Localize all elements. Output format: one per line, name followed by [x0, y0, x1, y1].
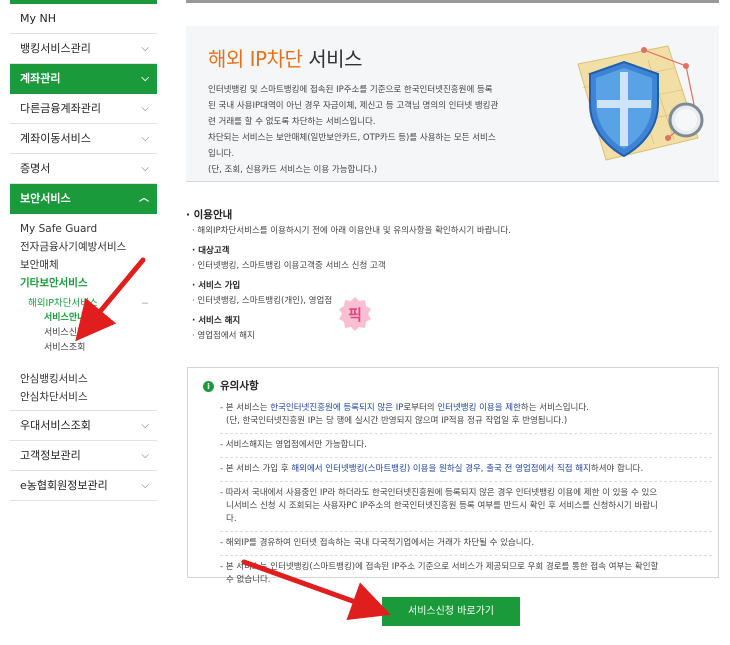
chevron-down-icon: ⌵ [141, 43, 149, 54]
usage-title: · 이용안내 [186, 209, 233, 221]
menu-label: 증명서 [20, 162, 51, 175]
top-rule [186, 0, 719, 3]
chevron-down-icon: ⌵ [141, 103, 149, 114]
usage-heading-target: · 대상고객 [192, 246, 230, 256]
chevron-down-icon: ⌵ [141, 133, 149, 144]
chevron-up-icon: ︿ [139, 193, 149, 204]
submenu-my-safe-guard[interactable]: My Safe Guard [20, 220, 157, 238]
submenu-safe-block[interactable]: 안심차단서비스 [20, 388, 157, 406]
submenu-ip-block[interactable]: 해외IP차단서비스 − [28, 296, 157, 311]
submenu-service-inquiry[interactable]: 서비스조회 [28, 341, 157, 356]
menu-certificates[interactable]: 증명서 ⌵ [10, 154, 157, 184]
collapse-icon: − [141, 298, 149, 309]
chevron-down-icon: ⌵ [141, 73, 149, 84]
title-rest: 서비스 [302, 47, 362, 71]
desc-line: 련 거래를 할 수 없도록 차단하는 서비스입니다. [208, 117, 376, 127]
ip-block-submenu: 해외IP차단서비스 − 서비스안내 서비스신청 서비스조회 [20, 292, 157, 360]
notice-title: 유의사항 [220, 380, 259, 392]
menu-customer-info[interactable]: 고객정보관리 ⌵ [10, 441, 157, 471]
menu-label: My NH [20, 12, 56, 25]
notice-list: - 본 서비스는 한국인터넷진흥원에 등록되지 않은 IP로부터의 인터넷뱅킹 … [220, 402, 712, 597]
title-accent: 해외 IP차단 [208, 47, 303, 71]
desc-line: 인터넷뱅킹 및 스마트뱅킹에 접속된 IP주소를 기준으로 한국인터넷진흥원에 … [208, 85, 493, 95]
sidebar: My NH 뱅킹서비스관리 ⌵ 계좌관리 ⌵ 다른금융계좌관리 ⌵ 계좌이동서비스 ⌵ … [10, 0, 157, 520]
menu-my-nh[interactable]: My NH [10, 4, 157, 34]
notice-item: - 해외IP를 경유하여 인터넷 접속하는 국내 다국적기업에서는 거래가 차단… [220, 537, 712, 556]
submenu-security-media[interactable]: 보안매체 [20, 256, 157, 274]
menu-account-mgmt[interactable]: 계좌관리 ⌵ [10, 64, 157, 94]
info-icon: i [203, 381, 214, 392]
notice-item: - 서비스해지는 영업점에서만 가능합니다. [220, 439, 712, 458]
usage-text-cancel: · 영업점에서 해지 [192, 331, 255, 341]
menu-label: 뱅킹서비스관리 [20, 42, 91, 55]
security-submenu: My Safe Guard 전자금융사기예방서비스 보안매체 기타보안서비스 해… [10, 214, 157, 366]
notice-item: - 본 서비스는 인터넷뱅킹(스마트뱅킹)에 접속된 IP주소 기준으로 서비스… [220, 562, 659, 585]
notice-item: - 따라서 국내에서 사용중인 IP라 하더라도 한국인터넷진흥원에 등록되지 … [220, 487, 712, 532]
menu-label: 보안서비스 [20, 192, 71, 205]
submenu-fraud-prevention[interactable]: 전자금융사기예방서비스 [20, 238, 157, 256]
menu-label: 우대서비스조회 [20, 419, 91, 432]
menu-banking-service-mgmt[interactable]: 뱅킹서비스관리 ⌵ [10, 34, 157, 64]
notice-item: - 본 서비스는 한국인터넷진흥원에 등록되지 않은 IP로부터의 인터넷뱅킹 … [220, 402, 712, 434]
usage-guide: · 이용안내 · 해외IP차단서비스를 이용하시기 전에 아래 이용안내 및 유… [186, 206, 719, 344]
menu-label: 계좌관리 [20, 72, 61, 85]
submenu-safe-banking[interactable]: 안심뱅킹서비스 [20, 370, 157, 388]
submenu-other-security[interactable]: 기타보안서비스 [20, 274, 157, 292]
chevron-down-icon: ⌵ [141, 420, 149, 431]
usage-heading-join: · 서비스 가입 [192, 281, 241, 291]
chevron-down-icon: ⌵ [141, 163, 149, 174]
desc-line: 된 국내 사용IP대역이 아닌 경우 자금이체, 제신고 등 고객님 명의의 인… [208, 101, 499, 111]
usage-heading-cancel: · 서비스 해지 [192, 316, 241, 326]
menu-label: e농협회원정보관리 [20, 479, 108, 492]
banner-description: 인터넷뱅킹 및 스마트뱅킹에 접속된 IP주소를 기준으로 한국인터넷진흥원에 … [208, 82, 563, 178]
desc-line: 차단되는 서비스는 보안매체(일반보안카드, OTP카드 등)를 사용하는 모든… [208, 133, 496, 143]
menu-other-financial-accounts[interactable]: 다른금융계좌관리 ⌵ [10, 94, 157, 124]
security-submenu-more: 안심뱅킹서비스 안심차단서비스 [10, 366, 157, 410]
menu-preferential-service[interactable]: 우대서비스조회 ⌵ [10, 411, 157, 441]
service-apply-shortcut-button[interactable]: 서비스신청 바로가기 [382, 597, 520, 626]
menu-security-service[interactable]: 보안서비스 ︿ [10, 184, 157, 214]
usage-text-target: · 인터넷뱅킹, 스마트뱅킹 이용고객중 서비스 신청 고객 [192, 261, 386, 271]
menu-label: 계좌이동서비스 [20, 132, 91, 145]
menu-enh-member-info[interactable]: e농협회원정보관리 ⌵ [10, 471, 157, 501]
shield-illustration [577, 45, 704, 161]
pick-watermark-badge: 픽 [339, 297, 371, 331]
menu-account-transfer-service[interactable]: 계좌이동서비스 ⌵ [10, 124, 157, 154]
notice-item: - 본 서비스 가입 후 해외에서 인터넷뱅킹(스마트뱅킹) 이용을 원하실 경… [220, 463, 712, 482]
page-title: 해외 IP차단 서비스 [208, 43, 362, 72]
desc-line: 입니다. [208, 149, 235, 159]
usage-intro: · 해외IP차단서비스를 이용하시기 전에 아래 이용안내 및 유의사항을 확인… [192, 226, 511, 236]
service-banner: 해외 IP차단 서비스 인터넷뱅킹 및 스마트뱅킹에 접속된 IP주소를 기준으… [186, 26, 719, 182]
notice-heading: i 유의사항 [203, 379, 259, 393]
usage-text-join: · 인터넷뱅킹, 스마트뱅킹(개인), 영업점 [192, 296, 333, 306]
watermark-text: 픽 [348, 306, 362, 324]
notice-box: i 유의사항 - 본 서비스는 한국인터넷진흥원에 등록되지 않은 IP로부터의 … [187, 367, 719, 585]
submenu-label: 해외IP차단서비스 [28, 298, 98, 309]
menu-label: 고객정보관리 [20, 449, 81, 462]
main-content: 해외 IP차단 서비스 인터넷뱅킹 및 스마트뱅킹에 접속된 IP주소를 기준으… [186, 0, 719, 341]
submenu-service-apply[interactable]: 서비스신청 [28, 326, 157, 341]
chevron-down-icon: ⌵ [141, 480, 149, 491]
submenu-service-guide[interactable]: 서비스안내 [28, 311, 157, 326]
chevron-down-icon: ⌵ [141, 450, 149, 461]
desc-line: (단, 조회, 신용카드 서비스는 이용 가능합니다.) [208, 165, 378, 175]
menu-label: 다른금융계좌관리 [20, 102, 101, 115]
